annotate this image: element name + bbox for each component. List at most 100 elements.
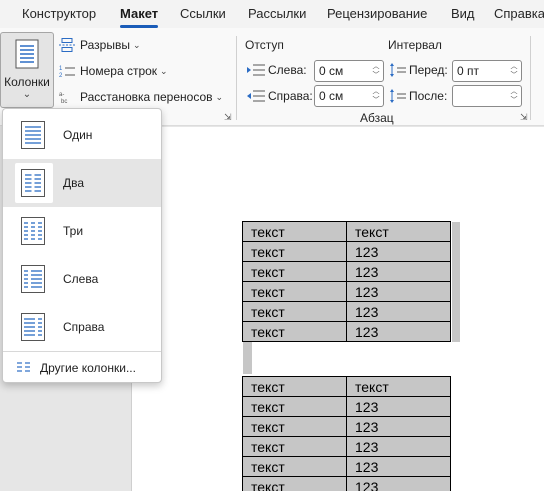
spacing-before-label: Перед:	[390, 63, 448, 77]
hyphenation-button[interactable]: a-bc Расстановка переносов ⌄	[58, 87, 223, 107]
table-shading	[452, 222, 460, 342]
more-columns-icon	[17, 362, 30, 372]
table-cell[interactable]: текст	[242, 241, 347, 262]
chevron-down-icon: ⌄	[160, 65, 168, 76]
columns-label: Колонки	[4, 75, 50, 89]
table-cell[interactable]: 123	[346, 261, 451, 282]
table-cell[interactable]: 123	[346, 301, 451, 322]
svg-text:a-: a-	[59, 92, 64, 98]
line-numbers-button[interactable]: 12 Номера строк ⌄	[58, 61, 168, 81]
table-cell[interactable]: 123	[346, 476, 451, 491]
line-numbers-label: Номера строк	[80, 64, 158, 78]
group-divider	[530, 36, 531, 120]
menu-item-left[interactable]: Слева	[3, 255, 161, 303]
chevron-down-icon: ⌄	[215, 91, 224, 102]
table-cell[interactable]: 123	[346, 321, 451, 342]
table-cell[interactable]: 123	[346, 436, 451, 457]
spacing-before-icon	[390, 63, 406, 77]
tab-view[interactable]: Вид	[451, 6, 475, 21]
menu-divider	[3, 351, 161, 352]
table-row: текст текст	[242, 221, 451, 242]
svg-text:bc: bc	[61, 99, 67, 104]
menu-item-label: Один	[63, 128, 93, 142]
page-setup-launcher-icon[interactable]: ⇲	[224, 112, 232, 123]
left-column-icon	[21, 265, 45, 293]
indent-left-field[interactable]: 0 см ︿ ﹀	[314, 60, 384, 82]
table-cell[interactable]: текст	[242, 396, 347, 417]
indent-right-field[interactable]: 0 см ︿ ﹀	[314, 85, 384, 107]
table-row: текст 123	[242, 456, 451, 477]
tab-constructor[interactable]: Конструктор	[22, 6, 96, 21]
columns-button[interactable]: Колонки ⌄	[0, 32, 54, 108]
spacing-before-value: 0 пт	[457, 64, 480, 78]
table-cell[interactable]: текст	[242, 301, 347, 322]
indent-right-value: 0 см	[319, 89, 344, 103]
menu-item-label: Справа	[63, 320, 105, 334]
menu-item-right[interactable]: Справа	[3, 303, 161, 351]
columns-dropdown-menu: Один Два Три Слева Справа Другие колонки…	[2, 108, 162, 383]
table-cell[interactable]: текст	[242, 416, 347, 437]
table-cell[interactable]: текст	[242, 281, 347, 302]
table-cell[interactable]: 123	[346, 281, 451, 302]
spacing-after-label: После:	[390, 89, 447, 103]
table-row: текст 123	[242, 321, 451, 342]
svg-text:1: 1	[59, 66, 63, 72]
spacing-before-field[interactable]: 0 пт ︿ ﹀	[452, 60, 522, 82]
table-cell[interactable]: текст	[242, 261, 347, 282]
spacing-after-field[interactable]: ︿ ﹀	[452, 85, 522, 107]
tab-layout[interactable]: Макет	[120, 6, 158, 21]
table-cell[interactable]: текст	[346, 376, 451, 397]
group-divider	[236, 36, 237, 120]
hyphenation-icon: a-bc	[58, 89, 76, 105]
more-columns-label: Другие колонки...	[40, 361, 136, 375]
chevron-down-icon: ⌄	[22, 89, 32, 100]
spinner-arrows-icon[interactable]: ︿ ﹀	[509, 61, 519, 81]
menu-item-two[interactable]: Два	[3, 159, 161, 207]
menu-item-label: Слева	[63, 272, 99, 286]
menu-item-one[interactable]: Один	[3, 111, 161, 159]
breaks-button[interactable]: Разрывы ⌄	[58, 35, 141, 55]
table-cell[interactable]: 123	[346, 396, 451, 417]
table-cell[interactable]: текст	[242, 221, 347, 242]
breaks-icon	[58, 37, 76, 53]
table-row: текст текст	[242, 376, 451, 397]
spinner-arrows-icon[interactable]: ︿ ﹀	[509, 86, 519, 106]
table-cell[interactable]: текст	[242, 321, 347, 342]
line-numbers-icon: 12	[58, 63, 76, 79]
table-cell[interactable]: 123	[346, 416, 451, 437]
table-cell[interactable]: текст	[242, 376, 347, 397]
table-cell[interactable]: текст	[242, 456, 347, 477]
tab-review[interactable]: Рецензирование	[327, 6, 427, 21]
table-2[interactable]: текст текст текст 123 текст 123 текст 123 те…	[242, 376, 451, 491]
right-column-icon	[21, 313, 45, 341]
spinner-arrows-icon[interactable]: ︿ ﹀	[371, 86, 381, 106]
tab-mailings[interactable]: Рассылки	[248, 6, 306, 21]
tab-references[interactable]: Ссылки	[180, 6, 226, 21]
spinner-arrows-icon[interactable]: ︿ ﹀	[371, 61, 381, 81]
table-cell[interactable]: текст	[242, 436, 347, 457]
table-row: текст 123	[242, 416, 451, 437]
menu-item-label: Два	[63, 176, 85, 190]
table-row: текст 123	[242, 241, 451, 262]
spacing-after-text: После:	[409, 89, 448, 103]
indent-title: Отступ	[245, 38, 284, 52]
more-columns-button[interactable]: Другие колонки...	[3, 357, 161, 379]
paragraph-launcher-icon[interactable]: ⇲	[520, 112, 528, 123]
spacing-before-text: Перед:	[409, 63, 448, 77]
tab-help[interactable]: Справка	[494, 6, 544, 21]
table-row: текст 123	[242, 261, 451, 282]
table-1[interactable]: текст текст текст 123 текст 123 текст 123 те…	[242, 221, 451, 342]
svg-text:2: 2	[59, 73, 63, 78]
two-columns-icon	[21, 169, 45, 197]
table-cell[interactable]: текст	[346, 221, 451, 242]
chevron-down-icon: ⌄	[132, 39, 141, 50]
table-cell[interactable]: 123	[346, 456, 451, 477]
table-cell[interactable]: 123	[346, 241, 451, 262]
table-row: текст 123	[242, 396, 451, 417]
indent-right-label: Справа:	[247, 89, 313, 103]
table-row: текст 123	[242, 476, 451, 491]
one-column-icon	[21, 121, 45, 149]
indent-left-icon	[247, 64, 265, 76]
table-cell[interactable]: текст	[242, 476, 347, 491]
menu-item-three[interactable]: Три	[3, 207, 161, 255]
